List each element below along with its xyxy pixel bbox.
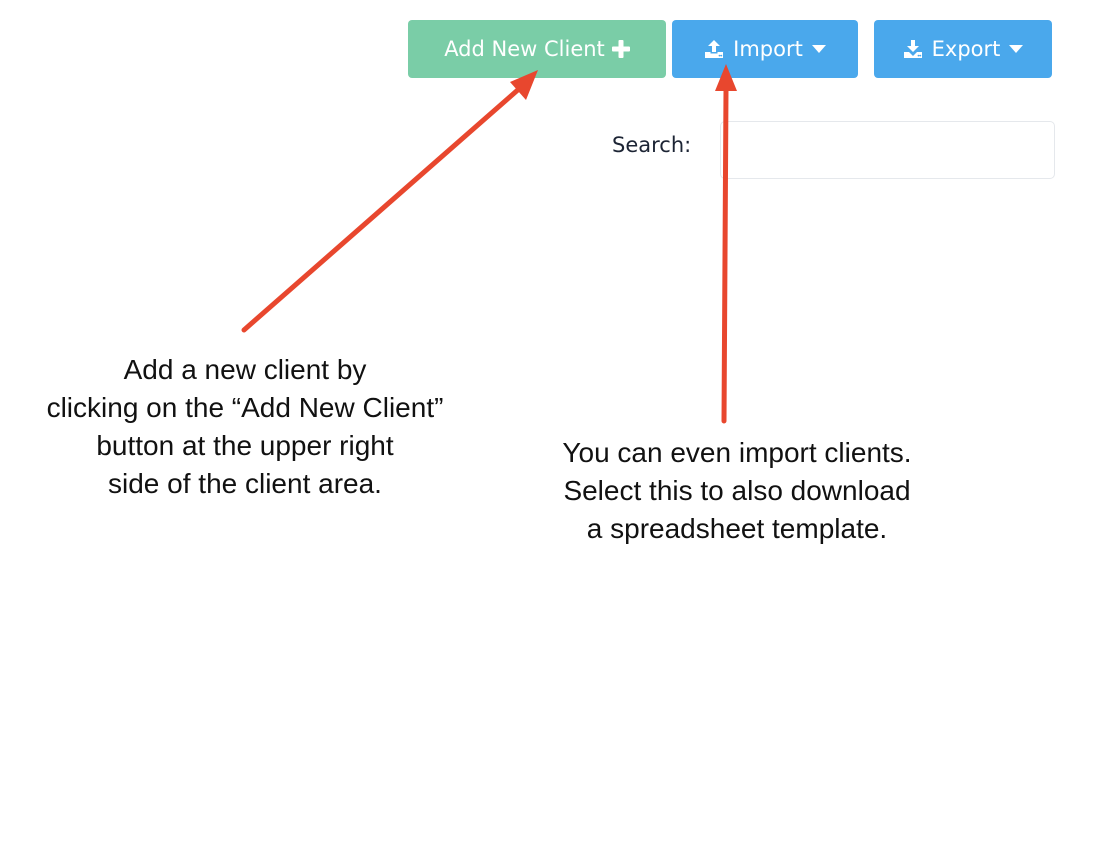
add-new-client-label: Add New Client [444, 37, 605, 61]
export-label: Export [931, 37, 1001, 61]
caret-down-icon [811, 45, 826, 53]
annotation-line: You can even import clients. [562, 437, 912, 468]
annotation-line: Select this to also download [563, 475, 911, 506]
import-button[interactable]: Import [672, 20, 858, 78]
export-button[interactable]: Export [874, 20, 1052, 78]
annotation-line: a spreadsheet template. [586, 513, 888, 544]
annotation-line: clicking on the “Add New Client” [46, 392, 444, 423]
add-new-client-button[interactable]: Add New Client [408, 20, 666, 78]
download-icon [903, 39, 923, 59]
add-client-annotation: Add a new client by clicking on the “Add… [0, 351, 490, 503]
search-input[interactable] [720, 121, 1055, 179]
import-annotation: You can even import clients. Select this… [512, 434, 962, 548]
annotation-line: Add a new client by [123, 354, 367, 385]
caret-down-icon [1009, 45, 1024, 53]
annotation-line: button at the upper right [96, 430, 394, 461]
search-label: Search: [612, 133, 692, 157]
upload-icon [704, 39, 724, 59]
plus-icon [611, 40, 630, 58]
arrow-to-import [715, 64, 737, 424]
arrow-to-add-client [241, 70, 538, 333]
annotation-line: side of the client area. [108, 468, 382, 499]
import-label: Import [733, 37, 803, 61]
